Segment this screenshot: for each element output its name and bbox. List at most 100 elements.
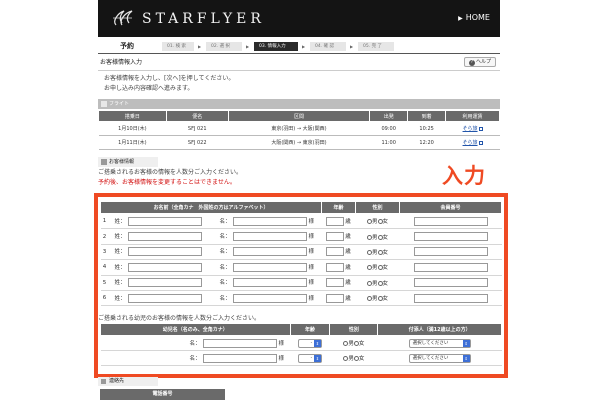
passenger-row: 4 姓： 名：様歳男女 [100,259,502,276]
age-unit: 歳 [345,234,351,241]
select-arrow-icon: ⇕ [462,339,470,347]
last-name-input[interactable] [127,278,202,288]
escort-value: 選択してください [412,340,449,346]
name-cell: 姓： 名： 様 [108,275,322,291]
age-input[interactable] [326,232,345,242]
nav-title: 予約 [120,42,134,50]
female-label: 女 [382,280,389,287]
fare-link[interactable]: そら旅 [463,140,478,146]
age-input[interactable] [326,293,345,303]
question-icon: ? [468,60,475,66]
first-name-input[interactable] [232,216,307,226]
passenger-section-header: お客様情報 [98,157,158,167]
first-name-input[interactable] [232,232,307,242]
fare-cell: そら旅 [445,121,500,136]
step-search: 01. 検 索 [162,42,194,51]
last-name-label: 姓： [114,295,126,302]
fare-cell: そら旅 [445,135,500,150]
age-input[interactable] [326,278,345,288]
name-cell: 姓： 名： 様 [108,259,322,276]
escort-cell: 選択してください ⇕ [377,350,502,366]
infant-age-select[interactable]: - ⇕ [297,338,322,348]
member-number-input[interactable] [413,247,488,257]
step-select: 02. 選 択 [206,42,242,51]
col-flight: 便名 [165,110,229,122]
infant-age-select[interactable]: - ⇕ [297,353,322,363]
col-date: 搭乗日 [98,110,167,122]
last-name-input[interactable] [127,262,202,272]
row-number: 3 [100,244,109,261]
passenger-row: 5 姓： 名：様歳男女 [100,275,502,291]
name-cell: 姓： 名： 様 [108,213,322,230]
fare-link[interactable]: そら旅 [463,126,478,132]
honorific: 様 [308,234,315,241]
male-label: 男 [371,234,378,241]
flight-departure: 11:00 [369,135,408,150]
honorific: 様 [308,264,315,271]
col-age: 年齢 [321,201,356,214]
age-unit: 歳 [345,218,351,225]
first-name-label: 名： [189,355,201,362]
last-name-input[interactable] [127,216,202,226]
female-label: 女 [382,219,389,226]
home-label: HOME [465,13,490,22]
input-callout-label: 入力 [442,164,486,188]
member-number-input[interactable] [413,278,488,288]
infant-name-input[interactable] [202,353,277,363]
flight-date: 1月10日(木) [98,121,167,136]
flight-table: 搭乗日 便名 区間 出発 到着 利用運賃 1月10日(木) SFJ 021 東京… [98,110,500,150]
home-link[interactable]: ▶ HOME [458,13,490,22]
flight-departure: 09:00 [369,121,408,136]
table-header-row: お名前（全角カナ 外国姓の方はアルファベット） 年齢 性別 会員番号 [100,201,502,214]
male-label: 男 [371,280,378,287]
member-number-input[interactable] [413,262,488,272]
site-header: STARFLYER ▶ HOME [98,0,500,37]
honorific: 様 [308,295,315,302]
last-name-input[interactable] [127,247,202,257]
infant-name-cell: 名： 様 [100,335,291,351]
member-cell [399,244,502,261]
help-button[interactable]: ? ヘルプ [464,57,496,67]
intro-line: お客様情報を入力し、[次へ]を押してください。 [104,75,235,82]
female-label: 女 [382,234,389,241]
escort-select[interactable]: 選択してください ⇕ [408,338,471,348]
col-infant-gender: 性別 [329,323,379,336]
first-name-input[interactable] [232,247,307,257]
row-number: 1 [100,213,109,230]
member-number-input[interactable] [413,232,488,242]
table-row: 1月10日(木) SFJ 021 東京(羽田) → 大阪(関西) 09:00 1… [98,121,500,136]
age-cell: 歳 [321,228,356,245]
infant-name-input[interactable] [202,338,277,348]
first-name-input[interactable] [232,293,307,303]
last-name-input[interactable] [127,293,202,303]
member-number-input[interactable] [413,216,488,226]
age-input[interactable] [326,247,345,257]
honorific: 様 [308,280,315,287]
guide-line: ご搭乗されるお客様の情報を人数分ご入力ください。 [98,169,243,176]
female-label: 女 [382,296,389,303]
help-label: ヘルプ [475,59,491,65]
table-header-row: 幼児名（名のみ、全角カナ） 年齢 性別 付添人（満12歳以上の方） [100,323,502,336]
gender-cell: 男女 [355,290,400,307]
member-cell [399,259,502,276]
honorific: 様 [308,218,315,225]
first-name-input[interactable] [232,262,307,272]
row-number: 2 [100,228,109,245]
last-name-input[interactable] [127,232,202,242]
age-input[interactable] [326,216,345,226]
flight-route: 大阪(関西) → 東京(羽田) [228,135,370,150]
first-name-input[interactable] [232,278,307,288]
step-confirm: 04. 確 認 [310,42,346,51]
male-label: 男 [348,341,354,347]
col-member-number: 会員番号 [399,201,502,214]
intro-text: お客様情報を入力し、[次へ]を押してください。 お申し込み内容確認へ進みます。 [104,74,234,94]
table-header-row: 搭乗日 便名 区間 出発 到着 利用運賃 [98,110,500,122]
last-name-label: 姓： [114,234,126,241]
escort-value: 選択してください [412,355,449,361]
age-unit: 歳 [345,264,351,271]
escort-select[interactable]: 選択してください ⇕ [408,353,471,363]
passenger-row: 2 姓： 名：様歳男女 [100,228,502,245]
member-number-input[interactable] [413,293,488,303]
female-label: 女 [382,249,389,256]
age-input[interactable] [326,262,345,272]
